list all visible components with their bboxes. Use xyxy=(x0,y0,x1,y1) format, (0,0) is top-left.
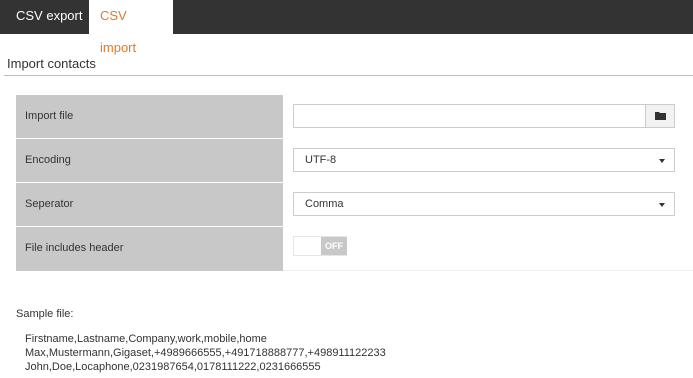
browse-file-button[interactable] xyxy=(645,104,675,128)
encoding-select[interactable]: UTF-8 xyxy=(293,148,675,172)
tab-bar: CSV export CSV import xyxy=(0,0,693,55)
tab-csv-import[interactable]: CSV import xyxy=(89,0,173,55)
tab-csv-export[interactable]: CSV export xyxy=(5,0,93,34)
toggle-state: OFF xyxy=(321,237,347,255)
sample-line: Firstname,Lastname,Company,work,mobile,h… xyxy=(25,333,267,345)
sample-line: John,Doe,Locaphone,0231987654,0178111222… xyxy=(25,361,321,373)
separator-label: Seperator xyxy=(16,183,283,227)
import-file-label: Import file xyxy=(16,95,283,139)
caret-down-icon xyxy=(659,203,665,207)
encoding-value: UTF-8 xyxy=(305,154,337,166)
sample-line: Max,Mustermann,Gigaset,+4989666555,+4917… xyxy=(25,347,386,359)
header-row: File includes header OFF xyxy=(16,226,693,271)
section-title: Import contacts xyxy=(7,56,96,71)
sample-file-label: Sample file: xyxy=(16,308,74,320)
separator-value: Comma xyxy=(305,198,344,210)
separator-row: Seperator Comma xyxy=(16,182,693,227)
caret-down-icon xyxy=(659,159,665,163)
import-file-row: Import file xyxy=(16,94,693,139)
header-toggle[interactable]: OFF xyxy=(293,236,347,256)
encoding-row: Encoding UTF-8 xyxy=(16,138,693,183)
header-field: OFF xyxy=(283,227,693,271)
import-form: Import file Encoding UTF-8 Seperator Com… xyxy=(16,94,693,271)
import-file-field xyxy=(283,95,693,139)
encoding-field: UTF-8 xyxy=(283,139,693,183)
section-divider xyxy=(4,75,693,76)
import-file-input[interactable] xyxy=(293,104,645,128)
separator-select[interactable]: Comma xyxy=(293,192,675,216)
sample-file-content: Firstname,Lastname,Company,work,mobile,h… xyxy=(25,332,386,374)
encoding-label: Encoding xyxy=(16,139,283,183)
folder-icon xyxy=(655,112,666,120)
separator-field: Comma xyxy=(283,183,693,227)
header-label: File includes header xyxy=(16,227,283,271)
